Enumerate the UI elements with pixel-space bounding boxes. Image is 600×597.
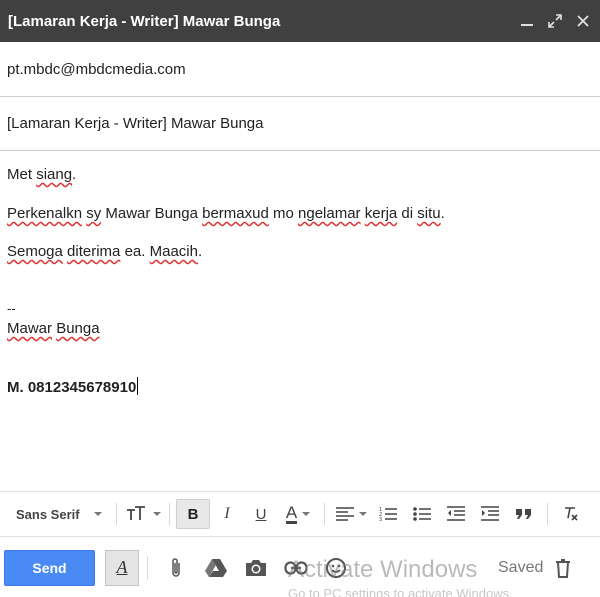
indent-less-icon[interactable]: [439, 499, 473, 529]
subject-text[interactable]: [Lamaran Kerja - Writer] Mawar Bunga: [7, 115, 264, 132]
divider: [547, 503, 548, 525]
divider: [324, 503, 325, 525]
close-icon[interactable]: [576, 14, 590, 28]
signature-phone: M. 0812345678910: [7, 377, 139, 396]
drive-icon[interactable]: [196, 550, 236, 586]
chevron-down-icon: [358, 512, 367, 516]
svg-text:3: 3: [379, 517, 382, 522]
signature-name: Mawar Bunga: [7, 320, 100, 337]
numbered-list-icon[interactable]: 123: [371, 499, 405, 529]
photo-icon[interactable]: [236, 550, 276, 586]
attach-icon[interactable]: [156, 550, 196, 586]
to-recipient[interactable]: pt.mbdc@mbdcmedia.com: [7, 61, 186, 78]
to-field[interactable]: pt.mbdc@mbdcmedia.com: [0, 42, 600, 97]
minimize-icon[interactable]: [520, 14, 534, 28]
greeting-line: Met siang.: [7, 166, 77, 183]
bold-button[interactable]: B: [176, 499, 210, 529]
save-status: Saved: [498, 558, 544, 576]
italic-button[interactable]: I: [210, 499, 244, 529]
link-icon[interactable]: [276, 550, 316, 586]
align-icon[interactable]: [331, 499, 371, 529]
chevron-down-icon: [94, 512, 102, 516]
indent-more-icon[interactable]: [473, 499, 507, 529]
divider: [169, 503, 170, 525]
text-color-button[interactable]: A: [278, 499, 318, 529]
expand-icon[interactable]: [548, 14, 562, 28]
text-cursor: [137, 377, 139, 395]
compose-bottom-toolbar: Send A Saved: [0, 538, 600, 597]
formatting-options-button[interactable]: A: [105, 549, 139, 586]
compose-title: [Lamaran Kerja - Writer] Mawar Bunga: [8, 12, 281, 30]
subject-field[interactable]: [Lamaran Kerja - Writer] Mawar Bunga: [0, 97, 600, 151]
font-family-select[interactable]: Sans Serif: [6, 499, 110, 529]
divider: [116, 503, 117, 525]
underline-button[interactable]: U: [244, 499, 278, 529]
intro-line: Perkenalkn sy Mawar Bunga bermaxud mo ng…: [7, 205, 445, 222]
text-size-icon[interactable]: [123, 499, 163, 529]
chevron-down-icon: [152, 512, 161, 516]
signature-dash: --: [7, 301, 16, 316]
send-button[interactable]: Send: [4, 549, 95, 586]
formatting-toolbar: Sans Serif B I U A 123: [0, 491, 600, 537]
quote-icon[interactable]: [507, 499, 541, 529]
delete-icon[interactable]: [543, 550, 583, 586]
message-body[interactable]: Met siang. Perkenalkn sy Mawar Bunga ber…: [0, 152, 600, 487]
bulleted-list-icon[interactable]: [405, 499, 439, 529]
chevron-down-icon: [302, 512, 311, 516]
remove-formatting-icon[interactable]: [554, 499, 588, 529]
divider: [147, 555, 148, 580]
compose-titlebar[interactable]: [Lamaran Kerja - Writer] Mawar Bunga: [0, 0, 600, 42]
emoji-icon[interactable]: [316, 550, 356, 586]
closing-line: Semoga diterima ea. Maacih.: [7, 243, 203, 260]
